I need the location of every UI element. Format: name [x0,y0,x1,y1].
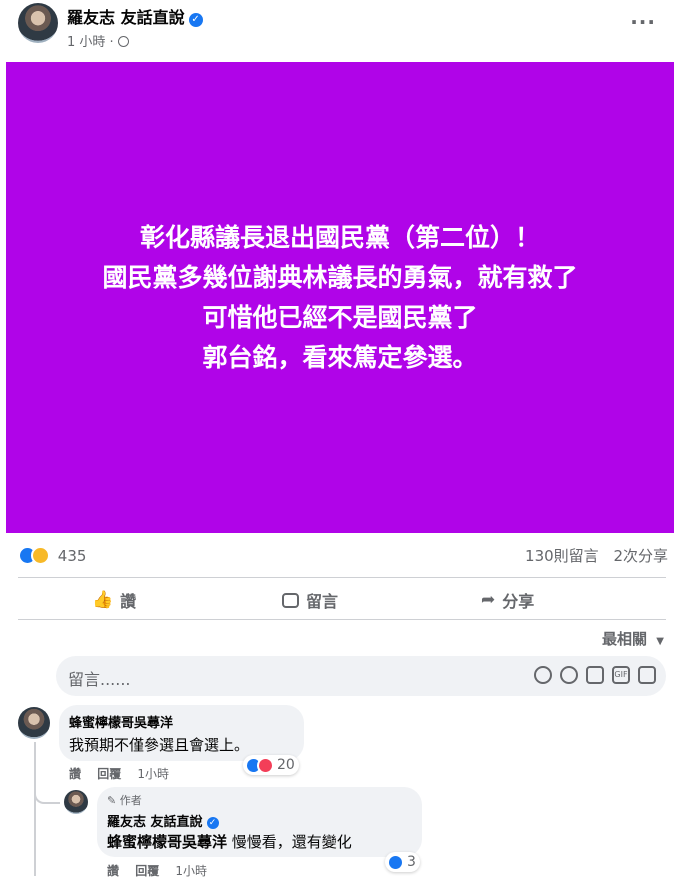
emoji-icon[interactable] [560,666,578,684]
comment-composer[interactable]: 留言...... GIF [56,656,666,696]
comment-label: 留言 [306,592,339,611]
comment-text: 我預期不僅參選且會選上。 [69,736,250,754]
post-header: 羅友志 友話直說 ✓ 1 小時 · ··· [0,0,674,62]
thread-branch [34,786,60,804]
comments-count[interactable]: 130則留言 [525,547,599,565]
divider [18,619,666,620]
comment-reactions[interactable]: 20 [243,755,299,775]
comment-reaction-count: 20 [277,757,295,773]
commenter-name[interactable]: 蜂蜜檸檬哥吳蕁洋 [69,712,173,731]
reply-text: 蜂蜜檸檬哥吳蕁洋 慢慢看，還有變化 [107,831,352,852]
reactions-count: 435 [57,546,87,565]
reply-actions: 讚 回覆 1小時 [107,862,219,879]
post-time[interactable]: 1 小時 · [67,35,114,50]
avatar-sticker-icon[interactable] [534,666,552,684]
reply-body: 慢慢看，還有變化 [227,833,352,851]
post-stats: 435 130則留言 2次分享 [18,543,668,571]
author-badge-label: 作者 [119,794,142,807]
post-line: 郭台銘，看來篤定參選。 [202,342,478,372]
post-line: 國民黨多幾位謝典林議長的勇氣，就有救了 [102,262,578,292]
post-line: 可惜他已經不是國民黨了 [202,302,478,332]
comment-actions: 讚 回覆 1小時 [69,765,181,782]
share-icon: ➦ [481,590,496,610]
more-options-icon[interactable]: ··· [630,10,656,34]
love-reaction-icon [257,756,274,774]
reply-author-link[interactable]: 羅友志 友話直說 [107,815,203,830]
reply-reactions[interactable]: 3 [385,852,420,872]
reply-author-avatar[interactable] [64,790,88,814]
post-meta: 1 小時 · [67,31,129,50]
comment-button[interactable]: 留言 [282,588,338,612]
author-name[interactable]: 羅友志 友話直說 [67,8,185,27]
sort-dropdown[interactable]: 最相關 ▼ [602,628,664,649]
like-reaction-icon [387,853,404,871]
reply-author-name: 羅友志 友話直說 ✓ [107,811,219,830]
caret-down-icon: ▼ [656,636,664,647]
haha-reaction-icon [31,546,50,565]
like-button[interactable]: 👍 讚 [92,588,136,612]
comment-like-link[interactable]: 讚 [69,767,81,781]
share-label: 分享 [502,592,535,611]
gif-icon[interactable]: GIF [612,666,630,684]
author-avatar[interactable] [18,3,58,43]
share-button[interactable]: ➦ 分享 [481,588,534,612]
shares-count[interactable]: 2次分享 [613,547,668,565]
post-text: 彰化縣議長退出國民黨（第二位）！ 國民黨多幾位謝典林議長的勇氣，就有救了 可惜他… [6,218,674,378]
comment-bubble: 蜂蜜檸檬哥吳蕁洋 我預期不僅參選且會選上。 [59,705,304,761]
verified-badge-icon: ✓ [188,13,203,27]
pencil-icon: ✎ [107,794,117,807]
post-content: 彰化縣議長退出國民黨（第二位）！ 國民黨多幾位謝典林議長的勇氣，就有救了 可惜他… [6,62,674,533]
camera-icon[interactable] [586,666,604,684]
comment-icon [282,592,299,608]
author-badge: ✎ 作者 [107,792,142,808]
thread-line [34,742,36,876]
comment-input[interactable]: 留言...... [68,666,131,690]
reactions-summary[interactable]: 435 [18,546,86,565]
sticker-icon[interactable] [638,666,656,684]
commenter-avatar[interactable] [18,707,50,739]
divider [18,577,666,578]
comment-reply-link[interactable]: 回覆 [97,767,121,781]
like-label: 讚 [120,592,137,611]
reply-reaction-count: 3 [407,854,416,870]
reply-bubble: ✎ 作者 羅友志 友話直說 ✓ 蜂蜜檸檬哥吳蕁洋 慢慢看，還有變化 [97,787,422,857]
thumbs-up-icon: 👍 [92,590,114,610]
sort-label: 最相關 [602,630,648,648]
comment-time[interactable]: 1小時 [137,767,169,781]
globe-icon [117,36,129,47]
verified-badge-icon: ✓ [206,817,219,829]
post-line: 彰化縣議長退出國民黨（第二位）！ [139,222,540,252]
reply-mention[interactable]: 蜂蜜檸檬哥吳蕁洋 [107,833,227,851]
